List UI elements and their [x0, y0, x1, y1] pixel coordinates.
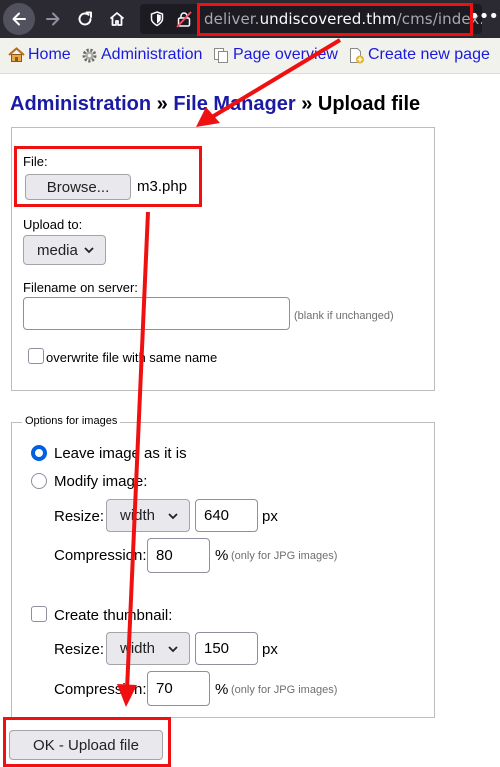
breadcrumb-administration[interactable]: Administration: [10, 93, 151, 115]
back-button[interactable]: [3, 3, 35, 35]
insecure-lock-icon[interactable]: [176, 11, 192, 28]
chevron-down-icon: [168, 645, 178, 652]
breadcrumb-separator: »: [295, 93, 318, 115]
menu-page-overview-link[interactable]: Page overview: [213, 46, 338, 64]
gear-icon: [82, 48, 97, 62]
menu-administration-label: Administration: [101, 46, 203, 63]
thumb-resize-mode-value: width: [120, 640, 156, 657]
pages-icon: [214, 47, 228, 63]
thumb-compression-hint: (only for JPG images): [231, 684, 338, 696]
resize-label: Resize:: [54, 508, 105, 525]
thumb-resize-label: Resize:: [54, 641, 105, 658]
home-button[interactable]: [101, 3, 133, 35]
home-icon: [109, 12, 125, 26]
menu-home-link[interactable]: Home: [8, 46, 71, 64]
thumb-compression-input[interactable]: 70: [147, 671, 210, 706]
back-arrow-icon: [12, 12, 26, 26]
filename-input[interactable]: [23, 297, 290, 330]
breadcrumb-current: Upload file: [317, 93, 421, 115]
upload-to-select[interactable]: media: [23, 235, 106, 265]
menu-create-page-label: Create new page: [368, 46, 490, 63]
forward-button[interactable]: [37, 3, 69, 35]
overwrite-label: overwrite file with same name: [46, 350, 218, 365]
reload-button[interactable]: [69, 3, 101, 35]
leave-image-label: Leave image as it is: [54, 445, 187, 462]
admin-menubar: Home Administration Page overview Create…: [0, 38, 500, 74]
thumb-resize-value-input[interactable]: 150: [195, 632, 258, 665]
thumb-resize-unit: px: [262, 641, 278, 658]
url-highlight-box: [197, 3, 473, 36]
compression-hint: (only for JPG images): [231, 550, 338, 562]
filename-hint: (blank if unchanged): [294, 310, 394, 322]
thumb-compression-percent: %: [215, 681, 229, 698]
menu-dots-icon[interactable]: •••: [469, 8, 499, 26]
image-options-fieldset: [11, 422, 435, 718]
overwrite-checkbox[interactable]: [28, 348, 44, 364]
house-icon: [8, 47, 25, 62]
breadcrumb-file-manager[interactable]: File Manager: [173, 93, 295, 115]
reload-icon: [78, 11, 92, 26]
new-page-icon: [350, 47, 364, 63]
chevron-down-icon: [84, 247, 94, 254]
menu-page-overview-label: Page overview: [233, 46, 338, 63]
image-options-legend: Options for images: [22, 415, 121, 427]
create-thumbnail-checkbox[interactable]: [31, 606, 47, 622]
file-highlight-box: [14, 146, 202, 207]
menu-create-page-link[interactable]: Create new page: [348, 46, 490, 64]
modify-image-label: Modify image:: [54, 473, 148, 490]
filename-label: Filename on server:: [23, 280, 138, 295]
breadcrumb-separator: »: [151, 93, 174, 115]
leave-image-radio[interactable]: [31, 445, 47, 461]
resize-mode-value: width: [120, 507, 156, 524]
shield-icon[interactable]: [150, 11, 164, 27]
resize-value-input[interactable]: 640: [195, 499, 258, 532]
upload-to-value: media: [37, 241, 78, 259]
forward-arrow-icon: [46, 12, 60, 26]
chevron-down-icon: [168, 512, 178, 519]
menu-home-label: Home: [28, 46, 71, 63]
menu-administration-link[interactable]: Administration: [81, 46, 202, 64]
upload-to-label: Upload to:: [23, 217, 83, 232]
page-title: Administration » File Manager » Upload f…: [10, 93, 420, 116]
compression-label: Compression:: [54, 547, 147, 564]
thumb-compression-label: Compression:: [54, 681, 147, 698]
resize-mode-select[interactable]: width: [106, 499, 190, 532]
submit-highlight-box: [3, 717, 171, 767]
thumb-resize-mode-select[interactable]: width: [106, 632, 190, 665]
modify-image-radio[interactable]: [31, 473, 47, 489]
compression-input[interactable]: 80: [147, 538, 210, 573]
resize-unit: px: [262, 508, 278, 525]
compression-percent: %: [215, 547, 229, 564]
create-thumbnail-label: Create thumbnail:: [54, 607, 173, 624]
